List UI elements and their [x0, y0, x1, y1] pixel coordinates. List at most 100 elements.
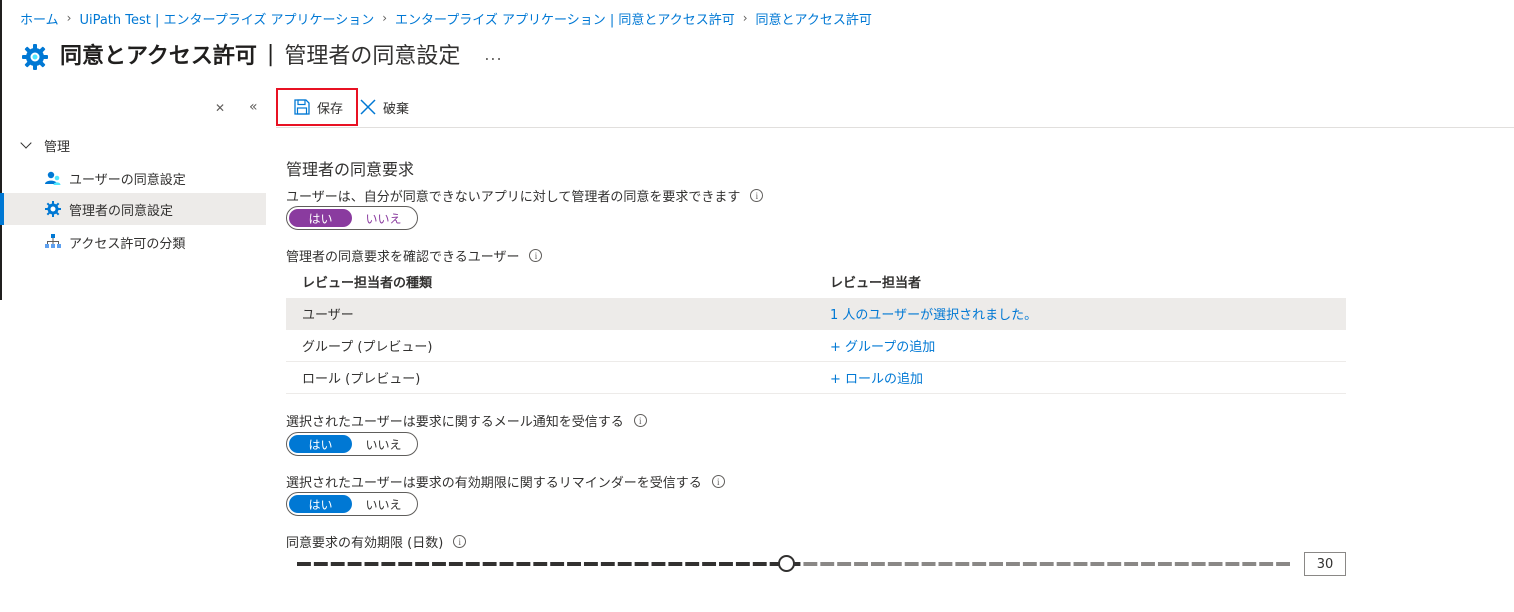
toggle-yes[interactable]: はい [289, 435, 352, 453]
toggle-no[interactable]: いいえ [352, 209, 415, 227]
window-edge [0, 0, 2, 300]
slider-tick [347, 562, 362, 566]
slider-tick [854, 562, 868, 566]
slider-tick [1259, 562, 1274, 566]
slider-tick [499, 562, 514, 566]
email-label: 選択されたユーザーは要求に関するメール通知を受信する [286, 415, 624, 430]
sidebar-item-label: 管理者の同意設定 [69, 203, 174, 219]
slider-tick [702, 562, 717, 566]
slider-tick [719, 562, 733, 566]
save-label: 保存 [317, 101, 344, 117]
slider-tick [1056, 562, 1071, 566]
request-toggle[interactable]: はい いいえ [286, 206, 418, 230]
slider-tick [887, 562, 902, 566]
page-title: 同意とアクセス許可 [60, 44, 257, 69]
chevron-right-icon: › [742, 11, 748, 25]
breadcrumb: ホーム › UiPath Test | エンタープライズ アプリケーション › … [20, 9, 872, 28]
slider-tick [1242, 562, 1257, 566]
column-header-type: レビュー担当者の種類 [302, 275, 433, 291]
info-icon[interactable]: i [711, 475, 725, 488]
slider-thumb[interactable] [778, 555, 795, 572]
slider-tick [330, 562, 345, 566]
discard-label: 破棄 [383, 101, 410, 117]
slider-tick [921, 562, 936, 566]
chevron-right-icon: › [382, 11, 388, 25]
slider-tick [668, 562, 683, 566]
discard-button[interactable]: 破棄 [359, 88, 409, 126]
slider-tick [381, 562, 396, 566]
double-chevron-left-icon[interactable]: « [249, 99, 258, 115]
slider-tick [313, 562, 328, 566]
more-options-button[interactable]: ... [484, 45, 502, 64]
slider-tick [516, 562, 531, 566]
breadcrumb-consent[interactable]: 同意とアクセス許可 [756, 9, 872, 28]
column-header-reviewer: レビュー担当者 [830, 275, 922, 291]
close-icon [360, 99, 376, 115]
expiry-days-input[interactable]: 30 [1304, 552, 1346, 576]
slider-tick [972, 562, 987, 566]
slider-tick [1141, 562, 1155, 566]
sidebar-item-permission-classification[interactable]: アクセス許可の分類 [4, 226, 266, 258]
expiry-slider[interactable] [296, 555, 1292, 573]
info-icon[interactable]: i [453, 535, 467, 548]
slider-tick [955, 562, 970, 566]
info-icon[interactable]: i [633, 414, 647, 427]
slider-tick [1124, 562, 1139, 566]
slider-tick [1022, 562, 1037, 566]
slider-tick [1157, 562, 1172, 566]
toggle-no[interactable]: いいえ [352, 495, 415, 513]
table-row[interactable]: グループ (プレビュー) + グループの追加 [286, 330, 1346, 362]
email-toggle[interactable]: はい いいえ [286, 432, 418, 456]
slider-tick [482, 562, 497, 566]
cell-type: ロール (プレビュー) [302, 372, 421, 387]
toggle-no[interactable]: いいえ [352, 435, 415, 453]
breadcrumb-enterprise-apps[interactable]: エンタープライズ アプリケーション | 同意とアクセス許可 [395, 9, 735, 28]
slider-tick [415, 562, 430, 566]
slider-tick [1039, 562, 1054, 566]
cell-type: ユーザー [302, 308, 354, 323]
sidebar-item-admin-consent[interactable]: 管理者の同意設定 [4, 193, 266, 225]
slider-tick [1174, 562, 1189, 566]
slider-tick [583, 562, 598, 566]
toggle-yes[interactable]: はい [289, 495, 352, 513]
command-bar: 保存 破棄 [276, 88, 1514, 128]
add-group-link[interactable]: + グループの追加 [830, 340, 935, 355]
collapse-all-icon[interactable]: ✕ [215, 101, 225, 115]
table-row[interactable]: ロール (プレビュー) + ロールの追加 [286, 362, 1346, 394]
request-label-row: ユーザーは、自分が同意できないアプリに対して管理者の同意を要求できます i [286, 186, 764, 205]
slider-tick [752, 562, 767, 566]
slider-tick [465, 562, 480, 566]
reminder-toggle[interactable]: はい いいえ [286, 492, 418, 516]
sidebar-item-label: アクセス許可の分類 [69, 236, 186, 252]
table-row[interactable]: ユーザー 1 人のユーザーが選択されました。 [286, 298, 1346, 330]
info-icon[interactable]: i [750, 189, 764, 202]
chevron-right-icon: › [66, 11, 72, 25]
slider-tick [1276, 562, 1290, 566]
users-icon [45, 171, 61, 185]
slider-tick [685, 562, 700, 566]
page-header: 同意とアクセス許可 | 管理者の同意設定 ... [20, 34, 503, 74]
slider-tick [550, 562, 565, 566]
add-role-link[interactable]: + ロールの追加 [830, 372, 923, 387]
email-label-row: 選択されたユーザーは要求に関するメール通知を受信する i [286, 411, 647, 430]
slider-tick [1006, 562, 1020, 566]
gear-icon [45, 201, 61, 217]
reviewers-label-row: 管理者の同意要求を確認できるユーザー i [286, 246, 543, 265]
breadcrumb-home[interactable]: ホーム [20, 9, 59, 28]
title-separator: | [266, 41, 275, 67]
slider-tick [1073, 562, 1088, 566]
toggle-yes[interactable]: はい [289, 209, 352, 227]
save-button[interactable]: 保存 [276, 88, 358, 126]
table-header: レビュー担当者の種類 レビュー担当者 [286, 264, 1346, 298]
breadcrumb-app[interactable]: UiPath Test | エンタープライズ アプリケーション [79, 9, 374, 28]
info-icon[interactable]: i [529, 249, 543, 262]
slider-tick [1090, 562, 1105, 566]
reminder-label-row: 選択されたユーザーは要求の有効期限に関するリマインダーを受信する i [286, 472, 725, 491]
slider-tick [634, 562, 649, 566]
slider-tick [432, 562, 446, 566]
selected-users-link[interactable]: 1 人のユーザーが選択されました。 [830, 308, 1037, 323]
sidebar-item-user-consent[interactable]: ユーザーの同意設定 [4, 162, 266, 194]
sidebar-section-manage[interactable]: 管理 [20, 136, 70, 155]
slider-tick [735, 562, 750, 566]
slider-tick [364, 562, 379, 566]
